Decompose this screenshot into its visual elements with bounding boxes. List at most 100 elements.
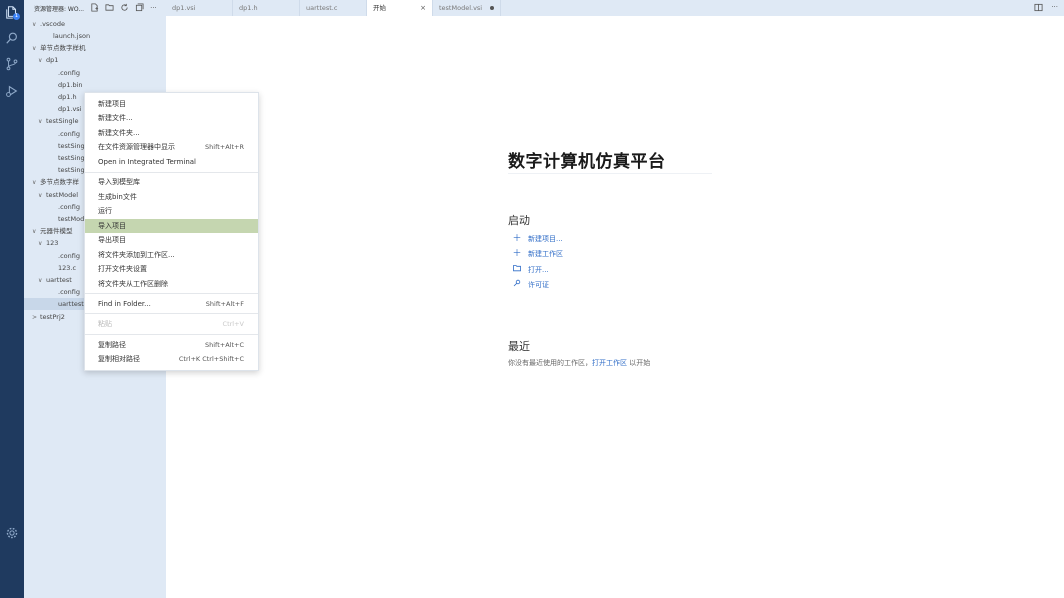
menu-item-copy-relative-path[interactable]: 复制相对路径 Ctrl+K Ctrl+Shift+C	[85, 352, 258, 366]
menu-item-run[interactable]: 运行	[85, 204, 258, 218]
menu-separator	[85, 313, 258, 314]
link-label: 新建项目...	[528, 235, 563, 243]
tree-item-label: 多节点数字样	[40, 178, 79, 186]
tree-item-label: dp1	[46, 56, 59, 64]
new-file-icon[interactable]	[90, 2, 99, 14]
tree-item[interactable]: .config	[24, 67, 166, 79]
tab-label: uarttest.c	[306, 4, 338, 12]
tab-label: dp1.vsi	[172, 4, 196, 12]
chevron-down-icon: ∨	[32, 179, 37, 186]
menu-item-import-project[interactable]: 导入项目	[85, 219, 258, 233]
menu-item-generate-bin[interactable]: 生成bin文件	[85, 190, 258, 204]
title-divider	[508, 173, 712, 174]
tree-item-label: 单节点数字样机	[40, 44, 86, 52]
menu-item-open-terminal[interactable]: Open in Integrated Terminal	[85, 155, 258, 169]
tree-item[interactable]: ∨ dp1	[24, 54, 166, 66]
more-actions-icon[interactable]: ···	[1051, 3, 1058, 14]
link-label: 打开...	[528, 266, 549, 274]
new-folder-icon[interactable]	[105, 3, 114, 14]
explorer-header: 资源管理器: WO... ···	[24, 0, 166, 16]
menu-item-find-in-folder[interactable]: Find in Folder... Shift+Alt+F	[85, 297, 258, 311]
plus-icon: ＋	[512, 249, 522, 259]
menu-label: 导入到模型库	[98, 178, 140, 186]
menu-label: 打开文件夹设置	[98, 265, 147, 273]
menu-label: 复制路径	[98, 341, 126, 349]
tree-item-label: 123.c	[58, 264, 77, 272]
tab-dp1-h[interactable]: dp1.h	[233, 0, 300, 16]
folder-open-icon	[512, 264, 522, 276]
page-title: 数字计算机仿真平台	[508, 152, 666, 172]
menu-item-remove-folder-from-workspace[interactable]: 将文件夹从工作区删除	[85, 277, 258, 291]
menu-label: 将文件夹从工作区删除	[98, 280, 168, 288]
tree-item-label: .config	[58, 130, 80, 138]
menu-item-new-project[interactable]: 新建项目	[85, 97, 258, 111]
refresh-icon[interactable]	[120, 3, 129, 14]
menu-item-new-file[interactable]: 新建文件...	[85, 111, 258, 125]
menu-separator	[85, 293, 258, 294]
tree-item-label: .config	[58, 203, 80, 211]
menu-shortcut: Ctrl+V	[222, 320, 244, 328]
tree-item[interactable]: ∨ .vscode	[24, 18, 166, 30]
tree-item-label: launch.json	[53, 32, 91, 40]
tree-item-label: 元器件模型	[40, 227, 73, 235]
menu-label: 复制相对路径	[98, 355, 140, 363]
context-menu: 新建项目 新建文件... 新建文件夹... 在文件资源管理器中显示 Shift+A…	[84, 92, 259, 371]
menu-separator	[85, 334, 258, 335]
explorer-icon[interactable]: 1	[4, 4, 20, 20]
run-debug-icon[interactable]	[4, 83, 20, 99]
menu-shortcut: Shift+Alt+C	[204, 341, 244, 349]
menu-label: 导入项目	[98, 222, 126, 230]
search-icon[interactable]	[4, 30, 20, 46]
tab-start[interactable]: 开始 ×	[367, 0, 433, 16]
menu-item-new-folder[interactable]: 新建文件夹...	[85, 126, 258, 140]
tree-item[interactable]: ∨ 单节点数字样机	[24, 42, 166, 54]
menu-item-reveal-in-explorer[interactable]: 在文件资源管理器中显示 Shift+Alt+R	[85, 140, 258, 154]
license-link[interactable]: 许可证	[512, 279, 549, 291]
editor-tabbar: dp1.vsi dp1.h uarttest.c 开始 × testModel.…	[166, 0, 1064, 16]
open-workspace-link[interactable]: 打开工作区	[592, 359, 627, 367]
tree-item[interactable]: dp1.bin	[24, 79, 166, 91]
source-control-icon[interactable]	[4, 56, 20, 72]
menu-label: Find in Folder...	[98, 300, 151, 308]
menu-separator	[85, 172, 258, 173]
new-project-link[interactable]: ＋ 新建项目...	[512, 233, 563, 245]
open-link[interactable]: 打开...	[512, 264, 549, 276]
tree-item-label: testPrj2	[40, 313, 65, 321]
tree-item-label: testSingle	[46, 117, 79, 125]
menu-label: 将文件夹添加到工作区...	[98, 251, 175, 259]
settings-gear-icon[interactable]	[4, 525, 20, 541]
menu-item-add-folder-to-workspace[interactable]: 将文件夹添加到工作区...	[85, 248, 258, 262]
tab-testmodel-vsi[interactable]: testModel.vsi	[433, 0, 501, 16]
welcome-page: 数字计算机仿真平台 启动 ＋ 新建项目... ＋ 新建工作区 打开... 许可证…	[166, 16, 1064, 598]
menu-label: 新建项目	[98, 100, 126, 108]
tree-item-label: .config	[58, 288, 80, 296]
recent-text: 你没有最近使用的工作区，	[508, 359, 592, 367]
tab-label: dp1.h	[239, 4, 258, 12]
tree-item-label: dp1.bin	[58, 81, 83, 89]
recent-empty-message: 你没有最近使用的工作区，打开工作区 以开始	[508, 358, 650, 368]
chevron-down-icon: ∨	[38, 240, 43, 247]
menu-item-copy-path[interactable]: 复制路径 Shift+Alt+C	[85, 338, 258, 352]
menu-shortcut: Shift+Alt+F	[205, 300, 244, 308]
menu-item-open-folder-settings[interactable]: 打开文件夹设置	[85, 262, 258, 276]
menu-label: 导出项目	[98, 236, 126, 244]
unsaved-dot-icon	[490, 6, 494, 10]
close-icon[interactable]: ×	[420, 0, 426, 16]
tab-dp1-vsi[interactable]: dp1.vsi	[166, 0, 233, 16]
more-icon[interactable]: ···	[150, 4, 157, 12]
menu-item-export-project[interactable]: 导出项目	[85, 233, 258, 247]
tab-uarttest-c[interactable]: uarttest.c	[300, 0, 367, 16]
menu-label: 新建文件夹...	[98, 129, 140, 137]
menu-label: 运行	[98, 207, 112, 215]
chevron-down-icon: ∨	[38, 57, 43, 64]
link-label: 新建工作区	[528, 250, 563, 258]
key-icon	[512, 279, 522, 291]
recent-heading: 最近	[508, 340, 530, 353]
new-workspace-link[interactable]: ＋ 新建工作区	[512, 248, 563, 260]
explorer-title: 资源管理器: WO...	[34, 5, 85, 13]
menu-item-import-to-library[interactable]: 导入到模型库	[85, 175, 258, 189]
collapse-all-icon[interactable]	[135, 2, 144, 14]
split-editor-icon[interactable]	[1034, 3, 1043, 14]
tree-item[interactable]: launch.json	[24, 30, 166, 42]
tree-item-label: dp1.vsi	[58, 105, 82, 113]
